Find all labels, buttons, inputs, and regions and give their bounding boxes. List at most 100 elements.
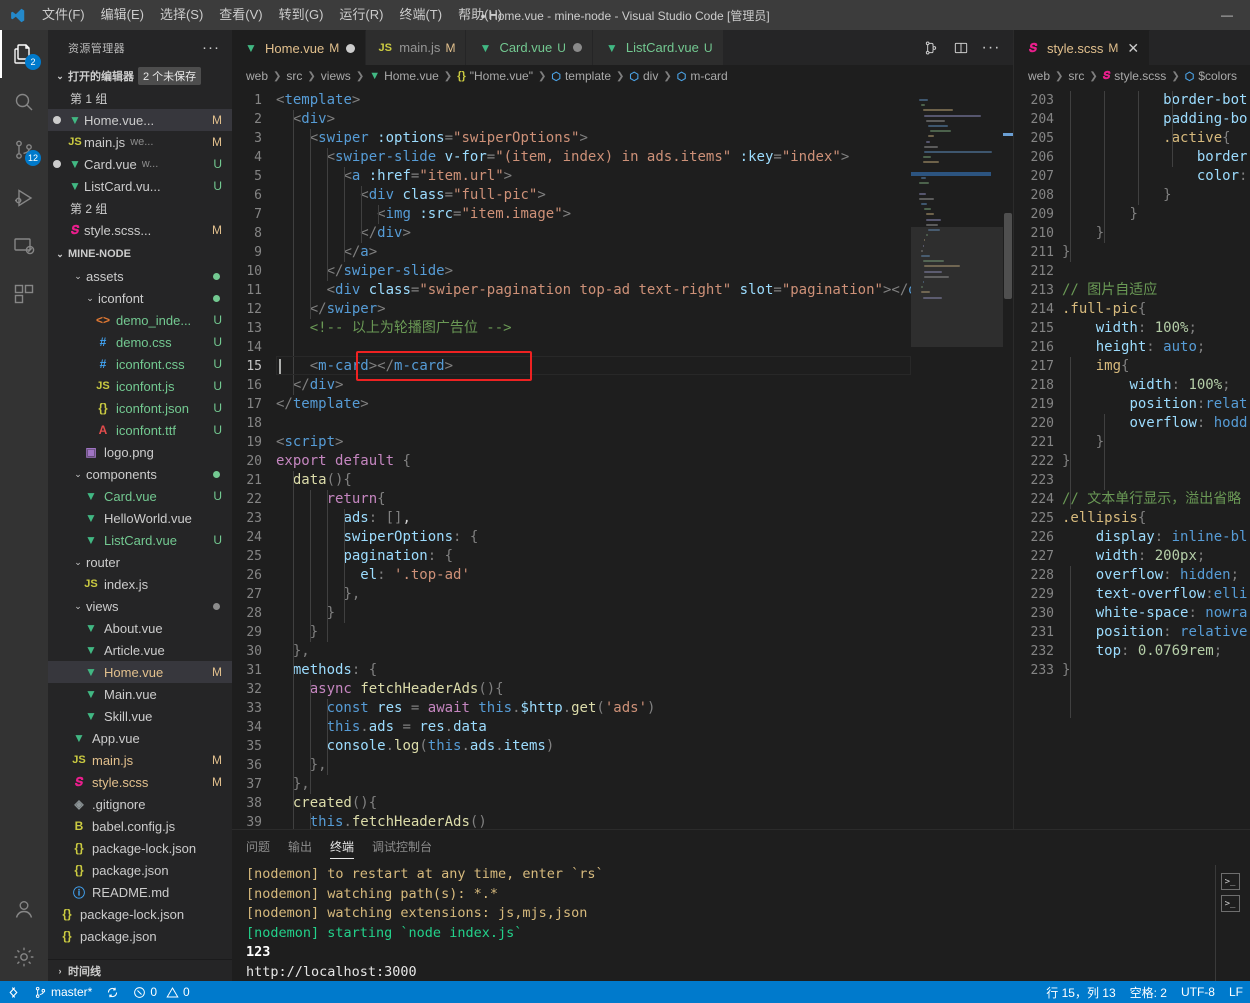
breadcrumb-item-colors[interactable]: ⬡ $colors: [1185, 69, 1237, 83]
breadcrumb-item-div[interactable]: ⬡ div: [629, 69, 658, 83]
panel-tab-debug-console[interactable]: 调试控制台: [372, 830, 432, 865]
tree-item-main.js[interactable]: JS main.js M: [48, 749, 232, 771]
code-editor-primary[interactable]: 1 2 3 4 5 6 7 8 9 10 11 12 13 14 15 16 1…: [232, 87, 1013, 829]
status-eol[interactable]: LF: [1222, 981, 1250, 1003]
tree-item-home.vue[interactable]: ▼ Home.vue M: [48, 661, 232, 683]
open-editors-section-header[interactable]: ⌄ 打开的编辑器 2 个未保存: [48, 65, 232, 87]
tree-item-demoinde...[interactable]: <> demo_inde... U: [48, 309, 232, 331]
breadcrumb-item-stylescss[interactable]: 𝑺style.scss: [1103, 69, 1167, 83]
breadcrumb-item-template[interactable]: ⬡ template: [551, 69, 611, 83]
open-editor-home-vue[interactable]: ▼ Home.vue... M: [48, 109, 232, 131]
workspace-section-header[interactable]: ⌄ MINE-NODE: [48, 243, 232, 265]
menu-help[interactable]: 帮助(H): [450, 0, 510, 30]
activity-accounts[interactable]: [0, 885, 48, 933]
tree-item-card.vue[interactable]: ▼ Card.vue U: [48, 485, 232, 507]
timeline-section-header[interactable]: › 时间线: [48, 959, 232, 981]
menu-bar[interactable]: 文件(F) 编辑(E) 选择(S) 查看(V) 转到(G) 运行(R) 终端(T…: [34, 0, 510, 30]
tree-item-about.vue[interactable]: ▼ About.vue: [48, 617, 232, 639]
tree-item-demo.css[interactable]: # demo.css U: [48, 331, 232, 353]
tree-item-style.scss[interactable]: 𝑺style.scss M: [48, 771, 232, 793]
menu-go[interactable]: 转到(G): [271, 0, 332, 30]
breadcrumb-secondary[interactable]: web ❯ src ❯ 𝑺style.scss ❯ ⬡ $colors: [1014, 65, 1250, 87]
file-tree[interactable]: ⌄ assets ⌄ iconfont <> demo_inde... U # demo.css…: [48, 265, 232, 959]
menu-selection[interactable]: 选择(S): [152, 0, 211, 30]
activity-explorer[interactable]: 2: [0, 30, 48, 78]
tab-listcard-vue[interactable]: ▼ ListCard.vue U: [592, 30, 724, 65]
activity-extensions[interactable]: [0, 270, 48, 318]
menu-run[interactable]: 运行(R): [331, 0, 391, 30]
tab-style-scss[interactable]: 𝑺 style.scss M ✕: [1014, 30, 1151, 65]
panel-tab-problems[interactable]: 问题: [246, 830, 270, 865]
tree-item-index.js[interactable]: JS index.js: [48, 573, 232, 595]
tree-item-packagelock.json[interactable]: {} package-lock.json: [48, 837, 232, 859]
menu-view[interactable]: 查看(V): [211, 0, 270, 30]
tree-item-iconfont.js[interactable]: JS iconfont.js U: [48, 375, 232, 397]
status-encoding[interactable]: UTF-8: [1174, 981, 1222, 1003]
tree-item-assets[interactable]: ⌄ assets: [48, 265, 232, 287]
tree-item-.gitignore[interactable]: ◈ .gitignore: [48, 793, 232, 815]
source-text[interactable]: <template> <div> <swiper :options="swipe…: [276, 91, 911, 829]
breadcrumb[interactable]: web ❯ src ❯ views ❯ ▼ Home.vue ❯{} "Home.vue" ❯ ⬡ te…: [232, 65, 1013, 87]
terminal-instance-1[interactable]: >_: [1220, 873, 1240, 890]
tab-dirty-icon[interactable]: [346, 43, 356, 53]
tree-item-listcard.vue[interactable]: ▼ ListCard.vue U: [48, 529, 232, 551]
remote-indicator[interactable]: [0, 981, 27, 1003]
menu-terminal[interactable]: 终端(T): [391, 0, 450, 30]
tree-item-iconfont.json[interactable]: {} iconfont.json U: [48, 397, 232, 419]
tree-item-package.json[interactable]: {} package.json: [48, 925, 232, 947]
run-and-debug-icon[interactable]: [917, 34, 945, 62]
breadcrumb-item-homevue[interactable]: ▼ Home.vue: [369, 69, 439, 83]
tree-item-packagelock.json[interactable]: {} package-lock.json: [48, 903, 232, 925]
open-editor-style-scss[interactable]: 𝑺 style.scss... M: [48, 219, 232, 241]
breadcrumb-item-src[interactable]: src: [286, 69, 302, 83]
close-icon[interactable]: ✕: [1127, 41, 1139, 55]
tree-item-components[interactable]: ⌄ components: [48, 463, 232, 485]
code-content-secondary[interactable]: border-bot padding-bo .active{ border co…: [1062, 87, 1250, 829]
window-controls[interactable]: —: [1204, 0, 1250, 30]
activity-source-control[interactable]: 12: [0, 126, 48, 174]
activity-run-debug[interactable]: [0, 174, 48, 222]
status-problems[interactable]: 0 0: [126, 981, 196, 1003]
breadcrumb-item-web[interactable]: web: [1028, 69, 1050, 83]
breadcrumb-item-homevue[interactable]: {} "Home.vue": [457, 69, 533, 83]
tab-dirty-icon[interactable]: [572, 43, 582, 52]
dirty-dot-icon[interactable]: [48, 116, 66, 124]
tree-item-logo.png[interactable]: ▣ logo.png: [48, 441, 232, 463]
breadcrumb-item-web[interactable]: web: [246, 69, 268, 83]
tree-item-helloworld.vue[interactable]: ▼ HelloWorld.vue: [48, 507, 232, 529]
tab-card-vue[interactable]: ▼ Card.vue U: [466, 30, 593, 65]
code-content[interactable]: <template> <div> <swiper :options="swipe…: [276, 87, 911, 829]
terminal-instance-2[interactable]: >_: [1220, 895, 1240, 912]
panel-tab-terminal[interactable]: 终端: [330, 830, 355, 865]
status-indentation[interactable]: 空格: 2: [1123, 981, 1174, 1003]
more-actions-icon[interactable]: ···: [977, 34, 1005, 62]
source-text[interactable]: border-bot padding-bo .active{ border co…: [1062, 91, 1250, 680]
tree-item-skill.vue[interactable]: ▼ Skill.vue: [48, 705, 232, 727]
menu-edit[interactable]: 编辑(E): [93, 0, 152, 30]
tree-item-iconfont.ttf[interactable]: Aiconfont.ttf U: [48, 419, 232, 441]
tree-item-package.json[interactable]: {} package.json: [48, 859, 232, 881]
tree-item-iconfont[interactable]: ⌄ iconfont: [48, 287, 232, 309]
split-editor-icon[interactable]: [947, 34, 975, 62]
minimap-slider[interactable]: [911, 227, 1003, 347]
open-editor-main-js[interactable]: JS main.js we... M: [48, 131, 232, 153]
activity-search[interactable]: [0, 78, 48, 126]
minimize-button[interactable]: —: [1204, 0, 1250, 30]
dirty-dot-icon[interactable]: [48, 160, 66, 168]
scrollbar-thumb[interactable]: [1004, 213, 1012, 299]
editor-vertical-scrollbar[interactable]: [1003, 87, 1013, 829]
terminal-output[interactable]: [nodemon] to restart at any time, enter …: [232, 865, 1210, 981]
activity-remote-explorer[interactable]: [0, 222, 48, 270]
status-sync[interactable]: [99, 981, 126, 1003]
tree-item-article.vue[interactable]: ▼ Article.vue: [48, 639, 232, 661]
tree-item-views[interactable]: ⌄ views: [48, 595, 232, 617]
code-editor-secondary[interactable]: 203 204 205 206 207 208 209 210 211 212 …: [1014, 87, 1250, 829]
menu-file[interactable]: 文件(F): [34, 0, 93, 30]
status-cursor-position[interactable]: 行 15，列 13: [1039, 981, 1122, 1003]
activity-manage-settings[interactable]: [0, 933, 48, 981]
sidebar-more-icon[interactable]: ···: [202, 39, 224, 56]
breadcrumb-item-views[interactable]: views: [321, 69, 351, 83]
tree-item-readme.md[interactable]: ⓘ README.md: [48, 881, 232, 903]
breadcrumb-item-mcard[interactable]: ⬡ m-card: [677, 69, 728, 83]
tree-item-iconfont.css[interactable]: # iconfont.css U: [48, 353, 232, 375]
